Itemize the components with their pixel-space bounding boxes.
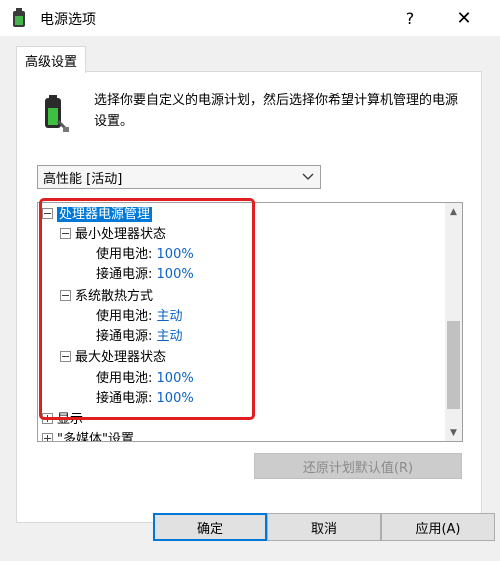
tree-item-label: 最大处理器状态	[75, 350, 167, 365]
power-plan-value: 高性能 [活动]	[43, 171, 123, 187]
tree-item-min-processor-state[interactable]: 最小处理器状态	[60, 225, 166, 245]
expand-icon[interactable]	[42, 413, 53, 424]
setting-prefix: 接通电源:	[96, 391, 153, 406]
tree-item-label: "多媒体"设置	[57, 432, 134, 442]
tree-item-setting[interactable]: 接通电源: 100%	[96, 265, 194, 285]
tree-item-label: 最小处理器状态	[75, 227, 167, 242]
help-button[interactable]: ?	[392, 0, 428, 36]
window-title: 电源选项	[40, 12, 96, 28]
expand-icon[interactable]	[42, 433, 53, 441]
tree-item-label: 显示	[57, 412, 84, 427]
tree-item-cooling-policy[interactable]: 系统散热方式	[60, 287, 153, 307]
dialog-body: 高级设置 选择你要自定义的电源计划，然后选择你希望计算机管理的电源设置。 高性能…	[0, 36, 500, 561]
tree-item-setting[interactable]: 接通电源: 主动	[96, 327, 183, 347]
power-options-icon	[13, 8, 25, 27]
power-plan-select[interactable]: 高性能 [活动]	[37, 165, 321, 189]
setting-prefix: 使用电池:	[96, 247, 153, 262]
scroll-up-arrow-icon[interactable]: ▲	[445, 203, 462, 220]
collapse-icon[interactable]	[60, 290, 71, 301]
apply-button[interactable]: 应用(A)	[381, 513, 495, 541]
tree-item-processor-power[interactable]: 处理器电源管理	[42, 205, 153, 225]
battery-plug-icon	[45, 95, 69, 132]
setting-prefix: 使用电池:	[96, 371, 153, 386]
setting-prefix: 使用电池:	[96, 309, 153, 324]
collapse-icon[interactable]	[60, 351, 71, 362]
settings-tree[interactable]: 处理器电源管理 最小处理器状态 使用电池: 100% 接通电源: 100% 系统…	[37, 202, 463, 442]
setting-value-link[interactable]: 100%	[157, 247, 194, 262]
setting-prefix: 接通电源:	[96, 267, 153, 282]
tree-item-multimedia[interactable]: "多媒体"设置	[42, 430, 134, 442]
setting-value-link[interactable]: 100%	[157, 391, 194, 406]
setting-value-link[interactable]: 100%	[157, 371, 194, 386]
settings-panel: 选择你要自定义的电源计划，然后选择你希望计算机管理的电源设置。 高性能 [活动]…	[16, 71, 482, 523]
cancel-button[interactable]: 取消	[267, 513, 381, 541]
title-bar: 电源选项 ? ✕	[0, 0, 500, 36]
scroll-down-arrow-icon[interactable]: ▼	[445, 424, 462, 441]
tab-advanced-settings[interactable]: 高级设置	[16, 46, 86, 73]
tree-item-max-processor-state[interactable]: 最大处理器状态	[60, 348, 166, 368]
chevron-down-icon	[302, 173, 314, 180]
tree-item-setting[interactable]: 接通电源: 100%	[96, 389, 194, 409]
ok-button[interactable]: 确定	[153, 513, 267, 541]
tree-item-setting[interactable]: 使用电池: 100%	[96, 369, 194, 389]
tree-item-setting[interactable]: 使用电池: 主动	[96, 307, 183, 327]
description-text: 选择你要自定义的电源计划，然后选择你希望计算机管理的电源设置。	[94, 93, 459, 129]
tree-item-setting[interactable]: 使用电池: 100%	[96, 245, 194, 265]
setting-prefix: 接通电源:	[96, 329, 153, 344]
tree-item-label: 系统散热方式	[75, 289, 154, 304]
setting-value-link[interactable]: 主动	[157, 309, 183, 324]
collapse-icon[interactable]	[60, 228, 71, 239]
restore-defaults-button[interactable]: 还原计划默认值(R)	[254, 453, 462, 479]
tree-scrollbar[interactable]: ▲ ▼	[445, 203, 462, 441]
setting-value-link[interactable]: 100%	[157, 267, 194, 282]
collapse-icon[interactable]	[42, 208, 53, 219]
setting-value-link[interactable]: 主动	[157, 329, 183, 344]
scrollbar-thumb[interactable]	[447, 321, 460, 409]
close-button[interactable]: ✕	[446, 0, 482, 36]
tree-item-display[interactable]: 显示	[42, 410, 83, 430]
tree-item-label: 处理器电源管理	[57, 207, 153, 222]
